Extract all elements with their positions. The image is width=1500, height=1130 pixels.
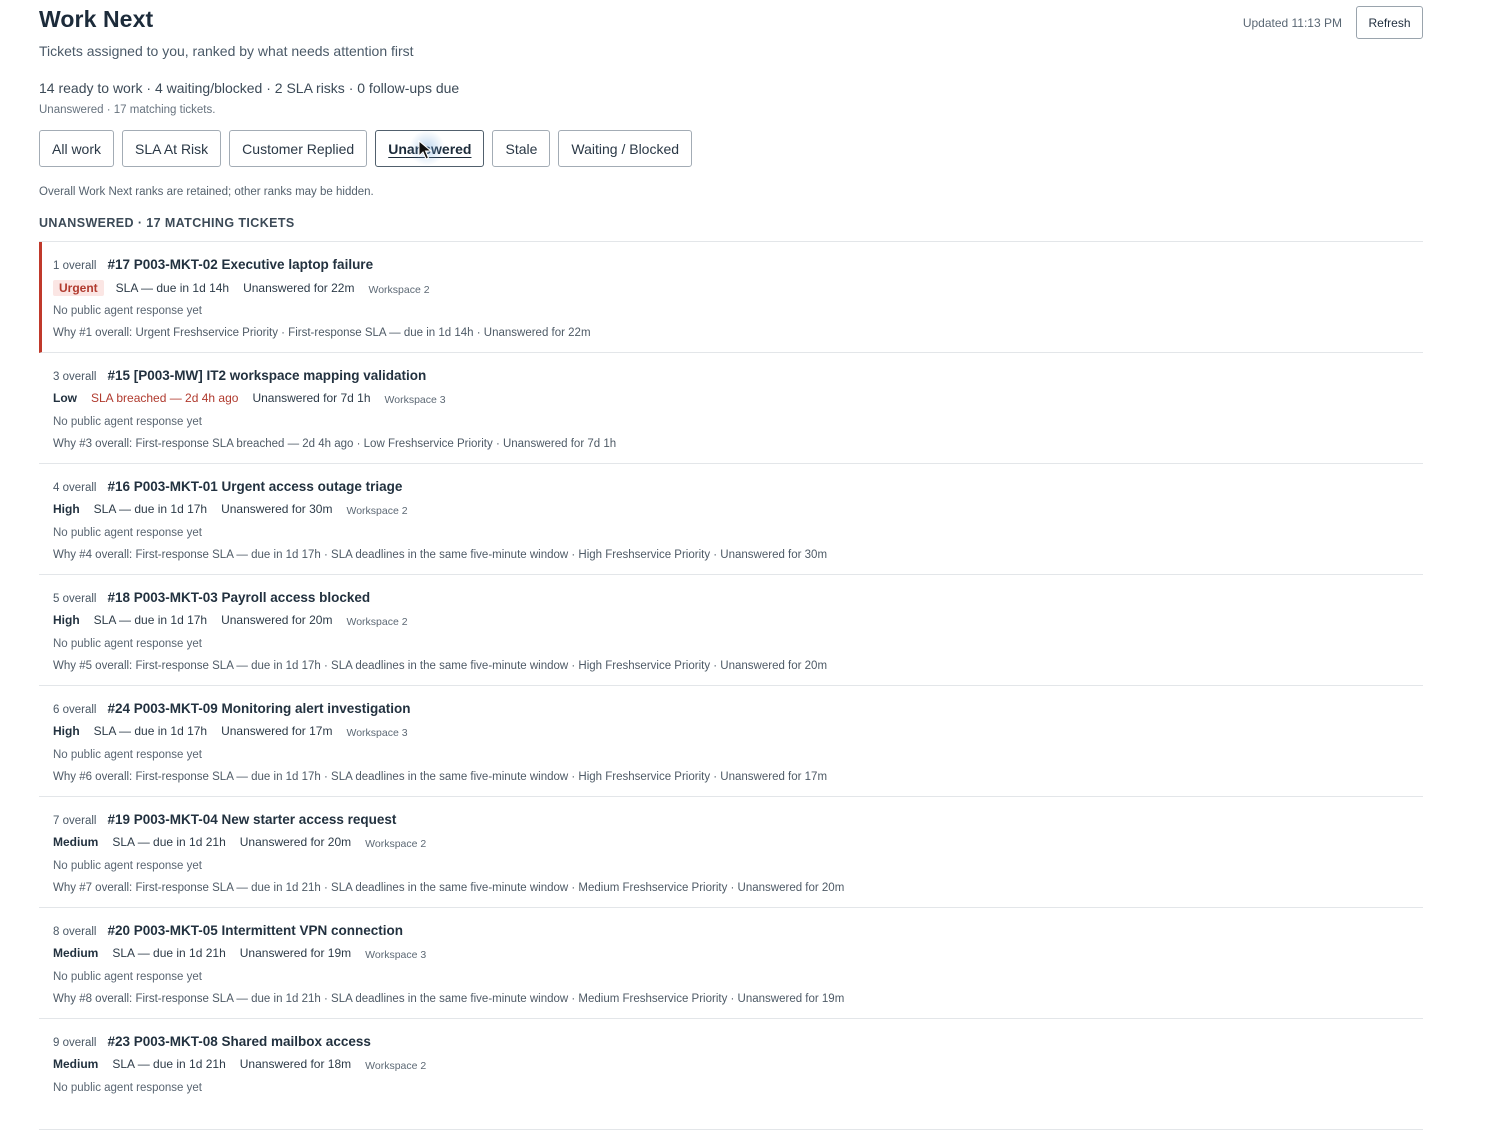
response-status: No public agent response yet: [53, 305, 202, 317]
workspace-label: Workspace 2: [365, 838, 427, 850]
ticket-list: 1 overall #17 P003-MKT-02 Executive lapto…: [39, 241, 1423, 1130]
rank-explanation: Why #8 overall: First-response SLA — due…: [53, 993, 845, 1005]
ticket-row[interactable]: 1 overall #17 P003-MKT-02 Executive lapto…: [39, 242, 1423, 353]
ticket-rank: 3 overall: [53, 371, 97, 383]
workspace-label: Workspace 3: [384, 394, 446, 406]
priority-badge: Low: [53, 391, 77, 405]
priority-badge: High: [53, 724, 80, 738]
unanswered-duration: Unanswered for 20m: [239, 835, 352, 849]
sla-status: SLA — due in 1d 17h: [93, 613, 208, 627]
ticket-rank: 6 overall: [53, 704, 97, 716]
workspace-label: Workspace 2: [346, 616, 408, 628]
response-status: No public agent response yet: [53, 527, 202, 539]
ticket-row[interactable]: 9 overall #23 P003-MKT-08 Shared mailbox …: [39, 1019, 1423, 1130]
sla-status: SLA — due in 1d 21h: [112, 946, 226, 960]
priority-badge: Medium: [53, 835, 99, 849]
priority-badge: Urgent: [53, 280, 104, 296]
ticket-row[interactable]: 3 overall #15 [P003-MW] IT2 workspace map…: [39, 353, 1423, 464]
sla-status: SLA — due in 1d 21h: [112, 835, 226, 849]
ticket-row[interactable]: 8 overall #20 P003-MKT-05 Intermittent VP…: [39, 908, 1423, 1019]
response-status: No public agent response yet: [53, 416, 202, 428]
rank-explanation: Why #3 overall: First-response SLA breac…: [53, 438, 617, 450]
unanswered-duration: Unanswered for 17m: [221, 724, 333, 738]
ticket-row[interactable]: 4 overall #16 P003-MKT-01 Urgent access o…: [39, 464, 1423, 575]
priority-badge: Medium: [53, 946, 99, 960]
priority-badge: High: [53, 502, 80, 516]
workspace-label: Workspace 3: [365, 949, 427, 961]
sla-status: SLA — due in 1d 14h: [115, 281, 230, 295]
filter-tabs: All work SLA At Risk Customer Replied Un…: [39, 130, 693, 167]
unanswered-duration: Unanswered for 30m: [221, 502, 333, 516]
ticket-rank: 7 overall: [53, 815, 97, 827]
ticket-rank: 1 overall: [53, 260, 97, 272]
ticket-row[interactable]: 5 overall #18 P003-MKT-03 Payroll access …: [39, 575, 1423, 686]
updated-timestamp: Updated 11:13 PM: [1242, 16, 1342, 30]
ticket-title-link[interactable]: #24 P003-MKT-09 Monitoring alert investi…: [107, 701, 410, 716]
ticket-title-link[interactable]: #18 P003-MKT-03 Payroll access blocked: [107, 590, 370, 605]
ticket-row[interactable]: 7 overall #19 P003-MKT-04 New starter acc…: [39, 797, 1423, 908]
workspace-label: Workspace 2: [365, 1060, 427, 1072]
priority-badge: High: [53, 613, 80, 627]
ticket-title-link[interactable]: #19 P003-MKT-04 New starter access reque…: [107, 812, 396, 827]
tab-customer-replied[interactable]: Customer Replied: [229, 130, 368, 167]
unanswered-duration: Unanswered for 7d 1h: [252, 391, 371, 405]
unanswered-duration: Unanswered for 19m: [239, 946, 352, 960]
unanswered-duration: Unanswered for 18m: [239, 1057, 352, 1071]
rank-explanation: Why #7 overall: First-response SLA — due…: [53, 882, 845, 894]
ticket-rank: 5 overall: [53, 593, 97, 605]
page-title: Work Next: [39, 6, 154, 32]
tab-stale[interactable]: Stale: [492, 130, 551, 167]
response-status: No public agent response yet: [53, 638, 202, 650]
response-status: No public agent response yet: [53, 971, 202, 983]
sla-status: SLA — due in 1d 17h: [93, 724, 208, 738]
rank-explanation: Why #6 overall: First-response SLA — due…: [53, 771, 828, 783]
rank-explanation: Why #1 overall: Urgent Freshservice Prio…: [53, 327, 591, 339]
refresh-button[interactable]: Refresh: [1356, 6, 1423, 39]
ticket-title-link[interactable]: #23 P003-MKT-08 Shared mailbox access: [107, 1034, 370, 1049]
sla-status: SLA — due in 1d 17h: [93, 502, 208, 516]
ticket-rank: 8 overall: [53, 926, 97, 938]
sla-status: SLA breached — 2d 4h ago: [91, 391, 239, 405]
page-subtitle: Tickets assigned to you, ranked by what …: [39, 43, 414, 59]
filter-note: Unanswered · 17 matching tickets.: [39, 104, 216, 116]
tab-waiting-blocked[interactable]: Waiting / Blocked: [558, 130, 693, 167]
tab-all-work[interactable]: All work: [39, 130, 115, 167]
response-status: No public agent response yet: [53, 1082, 202, 1094]
ticket-rank: 4 overall: [53, 482, 97, 494]
sla-status: SLA — due in 1d 21h: [112, 1057, 226, 1071]
response-status: No public agent response yet: [53, 749, 202, 761]
rank-explanation: Why #5 overall: First-response SLA — due…: [53, 660, 828, 672]
ticket-title-link[interactable]: #17 P003-MKT-02 Executive laptop failure: [107, 257, 373, 272]
ranks-note: Overall Work Next ranks are retained; ot…: [39, 186, 374, 198]
workspace-label: Workspace 2: [368, 284, 430, 296]
section-heading: UNANSWERED · 17 MATCHING TICKETS: [39, 216, 295, 230]
unanswered-duration: Unanswered for 20m: [221, 613, 333, 627]
unanswered-duration: Unanswered for 22m: [243, 281, 355, 295]
workspace-label: Workspace 2: [346, 505, 408, 517]
priority-badge: Medium: [53, 1057, 99, 1071]
work-summary: 14 ready to work · 4 waiting/blocked · 2…: [39, 80, 460, 96]
ticket-title-link[interactable]: #15 [P003-MW] IT2 workspace mapping vali…: [107, 368, 426, 383]
ticket-title-link[interactable]: #16 P003-MKT-01 Urgent access outage tri…: [107, 479, 402, 494]
workspace-label: Workspace 3: [346, 727, 408, 739]
ticket-title-link[interactable]: #20 P003-MKT-05 Intermittent VPN connect…: [107, 923, 403, 938]
tab-sla-at-risk[interactable]: SLA At Risk: [122, 130, 222, 167]
rank-explanation: Why #4 overall: First-response SLA — due…: [53, 549, 828, 561]
ticket-row[interactable]: 6 overall #24 P003-MKT-09 Monitoring aler…: [39, 686, 1423, 797]
mouse-pointer-icon: [418, 140, 432, 160]
response-status: No public agent response yet: [53, 860, 202, 872]
ticket-rank: 9 overall: [53, 1037, 97, 1049]
